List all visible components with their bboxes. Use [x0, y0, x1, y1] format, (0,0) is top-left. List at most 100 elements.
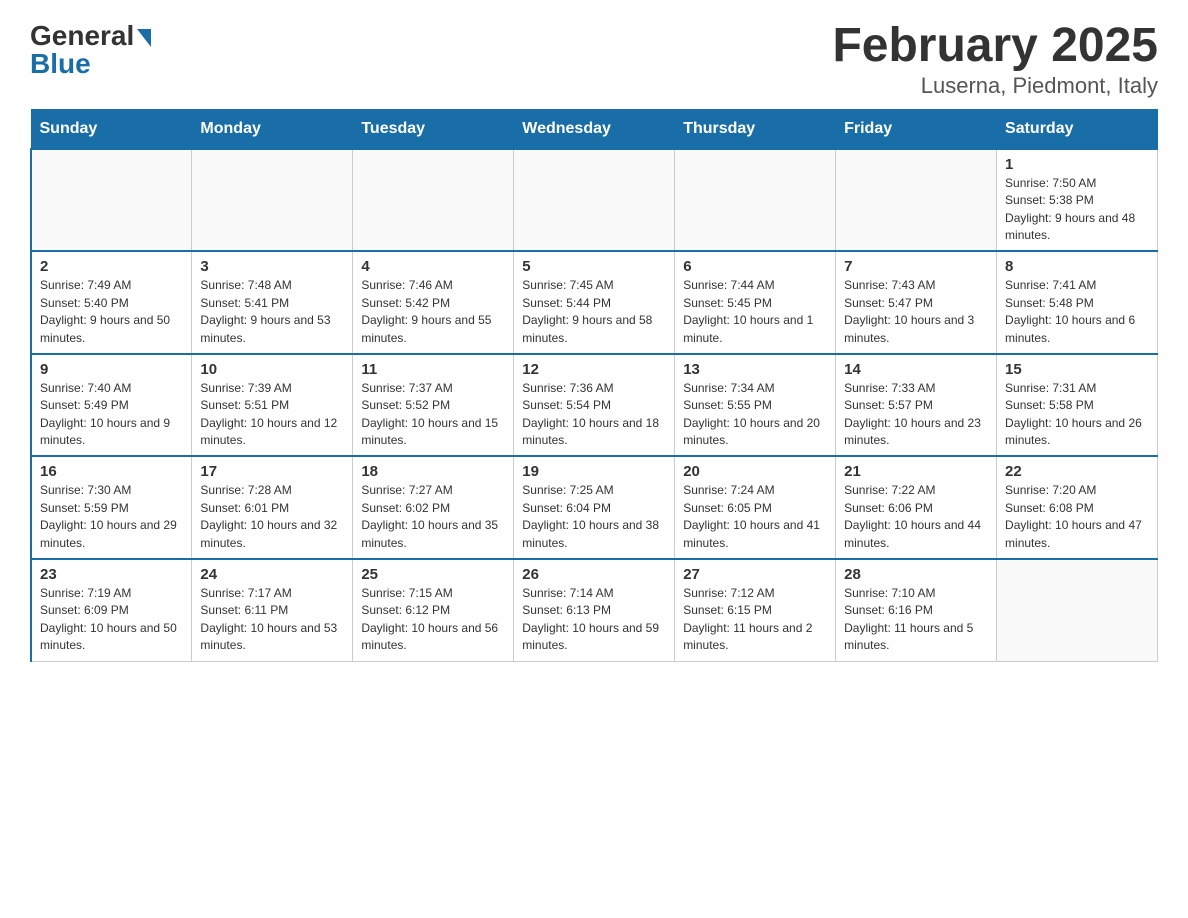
day-number: 4	[361, 258, 505, 275]
day-info: Sunrise: 7:19 AM Sunset: 6:09 PM Dayligh…	[40, 586, 177, 652]
calendar-body: 1 Sunrise: 7:50 AM Sunset: 5:38 PM Daylig…	[31, 149, 1158, 661]
day-number: 28	[844, 566, 988, 583]
header-cell-wednesday: Wednesday	[514, 109, 675, 149]
day-cell: 6 Sunrise: 7:44 AM Sunset: 5:45 PM Daylig…	[675, 251, 836, 354]
day-cell: 1 Sunrise: 7:50 AM Sunset: 5:38 PM Daylig…	[997, 149, 1158, 252]
day-number: 22	[1005, 463, 1149, 480]
day-cell	[31, 149, 192, 252]
day-cell: 26 Sunrise: 7:14 AM Sunset: 6:13 PM Dayli…	[514, 559, 675, 661]
day-number: 14	[844, 361, 988, 378]
header-cell-sunday: Sunday	[31, 109, 192, 149]
day-info: Sunrise: 7:44 AM Sunset: 5:45 PM Dayligh…	[683, 278, 813, 344]
day-number: 8	[1005, 258, 1149, 275]
day-number: 1	[1005, 156, 1149, 173]
day-cell: 7Sunrise: 7:43 AM Sunset: 5:47 PM Daylig…	[836, 251, 997, 354]
day-info: Sunrise: 7:31 AM Sunset: 5:58 PM Dayligh…	[1005, 381, 1142, 447]
day-number: 9	[40, 361, 183, 378]
day-cell: 21Sunrise: 7:22 AM Sunset: 6:06 PM Dayli…	[836, 456, 997, 559]
logo-arrow-icon	[137, 29, 151, 47]
day-number: 10	[200, 361, 344, 378]
day-cell: 23 Sunrise: 7:19 AM Sunset: 6:09 PM Dayli…	[31, 559, 192, 661]
day-cell: 18 Sunrise: 7:27 AM Sunset: 6:02 PM Dayli…	[353, 456, 514, 559]
day-cell	[836, 149, 997, 252]
day-info: Sunrise: 7:43 AM Sunset: 5:47 PM Dayligh…	[844, 278, 974, 344]
day-cell: 17 Sunrise: 7:28 AM Sunset: 6:01 PM Dayli…	[192, 456, 353, 559]
day-number: 20	[683, 463, 827, 480]
day-number: 19	[522, 463, 666, 480]
day-number: 26	[522, 566, 666, 583]
week-row-2: 2 Sunrise: 7:49 AM Sunset: 5:40 PM Daylig…	[31, 251, 1158, 354]
day-number: 18	[361, 463, 505, 480]
day-cell: 5 Sunrise: 7:45 AM Sunset: 5:44 PM Daylig…	[514, 251, 675, 354]
day-number: 3	[200, 258, 344, 275]
day-cell: 10 Sunrise: 7:39 AM Sunset: 5:51 PM Dayli…	[192, 354, 353, 457]
day-cell: 19Sunrise: 7:25 AM Sunset: 6:04 PM Dayli…	[514, 456, 675, 559]
day-cell	[192, 149, 353, 252]
day-info: Sunrise: 7:49 AM Sunset: 5:40 PM Dayligh…	[40, 278, 170, 344]
day-cell: 25Sunrise: 7:15 AM Sunset: 6:12 PM Dayli…	[353, 559, 514, 661]
header-cell-friday: Friday	[836, 109, 997, 149]
day-info: Sunrise: 7:24 AM Sunset: 6:05 PM Dayligh…	[683, 483, 820, 549]
logo: General Blue	[30, 20, 151, 80]
day-info: Sunrise: 7:15 AM Sunset: 6:12 PM Dayligh…	[361, 586, 498, 652]
day-info: Sunrise: 7:45 AM Sunset: 5:44 PM Dayligh…	[522, 278, 652, 344]
day-info: Sunrise: 7:48 AM Sunset: 5:41 PM Dayligh…	[200, 278, 330, 344]
day-info: Sunrise: 7:40 AM Sunset: 5:49 PM Dayligh…	[40, 381, 170, 447]
day-number: 16	[40, 463, 183, 480]
title-block: February 2025 Luserna, Piedmont, Italy	[832, 20, 1158, 99]
header-cell-monday: Monday	[192, 109, 353, 149]
day-info: Sunrise: 7:37 AM Sunset: 5:52 PM Dayligh…	[361, 381, 498, 447]
day-cell: 28 Sunrise: 7:10 AM Sunset: 6:16 PM Dayli…	[836, 559, 997, 661]
day-info: Sunrise: 7:27 AM Sunset: 6:02 PM Dayligh…	[361, 483, 498, 549]
calendar-subtitle: Luserna, Piedmont, Italy	[832, 73, 1158, 99]
week-row-5: 23 Sunrise: 7:19 AM Sunset: 6:09 PM Dayli…	[31, 559, 1158, 661]
day-number: 5	[522, 258, 666, 275]
day-number: 15	[1005, 361, 1149, 378]
day-number: 12	[522, 361, 666, 378]
day-cell: 2 Sunrise: 7:49 AM Sunset: 5:40 PM Daylig…	[31, 251, 192, 354]
day-info: Sunrise: 7:46 AM Sunset: 5:42 PM Dayligh…	[361, 278, 491, 344]
calendar-title: February 2025	[832, 20, 1158, 73]
page-header: General Blue February 2025 Luserna, Pied…	[30, 20, 1158, 99]
day-info: Sunrise: 7:20 AM Sunset: 6:08 PM Dayligh…	[1005, 483, 1142, 549]
header-cell-tuesday: Tuesday	[353, 109, 514, 149]
day-cell: 11 Sunrise: 7:37 AM Sunset: 5:52 PM Dayli…	[353, 354, 514, 457]
day-info: Sunrise: 7:41 AM Sunset: 5:48 PM Dayligh…	[1005, 278, 1135, 344]
header-row: SundayMondayTuesdayWednesdayThursdayFrid…	[31, 109, 1158, 149]
day-cell: 8 Sunrise: 7:41 AM Sunset: 5:48 PM Daylig…	[997, 251, 1158, 354]
day-info: Sunrise: 7:12 AM Sunset: 6:15 PM Dayligh…	[683, 586, 812, 652]
week-row-3: 9 Sunrise: 7:40 AM Sunset: 5:49 PM Daylig…	[31, 354, 1158, 457]
day-info: Sunrise: 7:17 AM Sunset: 6:11 PM Dayligh…	[200, 586, 337, 652]
day-cell	[353, 149, 514, 252]
day-info: Sunrise: 7:28 AM Sunset: 6:01 PM Dayligh…	[200, 483, 337, 549]
day-info: Sunrise: 7:30 AM Sunset: 5:59 PM Dayligh…	[40, 483, 177, 549]
day-number: 11	[361, 361, 505, 378]
day-info: Sunrise: 7:50 AM Sunset: 5:38 PM Dayligh…	[1005, 176, 1135, 242]
day-number: 24	[200, 566, 344, 583]
day-info: Sunrise: 7:22 AM Sunset: 6:06 PM Dayligh…	[844, 483, 981, 549]
day-cell: 4 Sunrise: 7:46 AM Sunset: 5:42 PM Daylig…	[353, 251, 514, 354]
day-info: Sunrise: 7:33 AM Sunset: 5:57 PM Dayligh…	[844, 381, 981, 447]
day-cell: 13Sunrise: 7:34 AM Sunset: 5:55 PM Dayli…	[675, 354, 836, 457]
day-info: Sunrise: 7:39 AM Sunset: 5:51 PM Dayligh…	[200, 381, 337, 447]
day-cell: 22 Sunrise: 7:20 AM Sunset: 6:08 PM Dayli…	[997, 456, 1158, 559]
day-info: Sunrise: 7:14 AM Sunset: 6:13 PM Dayligh…	[522, 586, 659, 652]
day-number: 27	[683, 566, 827, 583]
day-number: 2	[40, 258, 183, 275]
day-number: 13	[683, 361, 827, 378]
calendar-table: SundayMondayTuesdayWednesdayThursdayFrid…	[30, 109, 1158, 662]
day-number: 23	[40, 566, 183, 583]
day-cell: 20 Sunrise: 7:24 AM Sunset: 6:05 PM Dayli…	[675, 456, 836, 559]
header-cell-thursday: Thursday	[675, 109, 836, 149]
day-cell: 12Sunrise: 7:36 AM Sunset: 5:54 PM Dayli…	[514, 354, 675, 457]
day-cell: 9 Sunrise: 7:40 AM Sunset: 5:49 PM Daylig…	[31, 354, 192, 457]
day-info: Sunrise: 7:10 AM Sunset: 6:16 PM Dayligh…	[844, 586, 973, 652]
day-cell: 24 Sunrise: 7:17 AM Sunset: 6:11 PM Dayli…	[192, 559, 353, 661]
header-cell-saturday: Saturday	[997, 109, 1158, 149]
day-cell	[675, 149, 836, 252]
day-number: 17	[200, 463, 344, 480]
week-row-4: 16 Sunrise: 7:30 AM Sunset: 5:59 PM Dayli…	[31, 456, 1158, 559]
day-number: 6	[683, 258, 827, 275]
day-cell: 27 Sunrise: 7:12 AM Sunset: 6:15 PM Dayli…	[675, 559, 836, 661]
week-row-1: 1 Sunrise: 7:50 AM Sunset: 5:38 PM Daylig…	[31, 149, 1158, 252]
